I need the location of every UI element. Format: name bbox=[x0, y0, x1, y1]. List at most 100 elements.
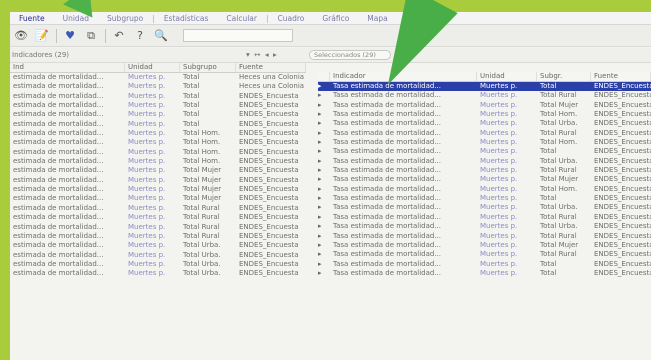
table-cell: Muertes p. bbox=[480, 268, 518, 277]
table-row[interactable]: ▸ Tasa estimada de mortalidad... Muertes p… bbox=[318, 194, 651, 203]
table-cell: Total Mujer bbox=[183, 166, 222, 175]
table-cell: ENDES_Encuesta N. bbox=[594, 268, 651, 277]
table-row[interactable]: estimada de mortalidad... Muertes p. Total… bbox=[10, 138, 306, 147]
menu-item-subgrupo[interactable]: Subgrupo bbox=[98, 14, 152, 23]
eye-icon[interactable]: 👁 bbox=[14, 29, 28, 43]
table-cell: Muertes p. bbox=[128, 185, 166, 194]
column-header[interactable]: Fuente bbox=[236, 63, 306, 72]
list-controls[interactable]: ▾ ↔ ◂ ▸ bbox=[246, 50, 278, 59]
table-cell: Muertes p. bbox=[480, 212, 518, 221]
table-row[interactable]: estimada de mortalidad... Muertes p. Total… bbox=[10, 82, 306, 91]
table-row[interactable]: ▸ Tasa estimada de mortalidad... Muertes p… bbox=[318, 260, 651, 269]
table-row[interactable]: ▸ Tasa estimada de mortalidad... Muertes p… bbox=[318, 147, 651, 156]
table-row[interactable]: estimada de mortalidad... Muertes p. Total… bbox=[10, 92, 306, 101]
table-row[interactable]: ▸ Tasa estimada de mortalidad... Muertes p… bbox=[318, 119, 651, 128]
table-row[interactable]: estimada de mortalidad... Muertes p. Total… bbox=[10, 110, 306, 119]
table-row[interactable]: estimada de mortalidad... Muertes p. Total… bbox=[10, 185, 306, 194]
table-cell: Tasa estimada de mortalidad... bbox=[333, 184, 442, 193]
table-row[interactable]: estimada de mortalidad... Muertes p. Total… bbox=[10, 73, 306, 82]
table-row[interactable]: estimada de mortalidad... Muertes p. Total… bbox=[10, 148, 306, 157]
table-row[interactable]: ▸ Tasa estimada de mortalidad... Muertes p… bbox=[318, 232, 651, 241]
table-cell: Muertes p. bbox=[480, 231, 518, 240]
table-cell: Tasa estimada de mortalidad... bbox=[333, 203, 442, 212]
table-cell: estimada de mortalidad... bbox=[13, 175, 104, 184]
column-header[interactable] bbox=[318, 72, 330, 81]
menu-item-cuadro[interactable]: Cuadro bbox=[269, 14, 314, 23]
menu-item-estad-sticas[interactable]: Estadísticas bbox=[155, 14, 218, 23]
table-row[interactable]: ▸ Tasa estimada de mortalidad... Muertes p… bbox=[318, 241, 651, 250]
table-row[interactable]: estimada de mortalidad... Muertes p. Total… bbox=[10, 232, 306, 241]
column-header[interactable]: Subgr. bbox=[537, 72, 591, 81]
table-row[interactable]: ▸ Tasa estimada de mortalidad... Muertes p… bbox=[318, 213, 651, 222]
table-row[interactable]: estimada de mortalidad... Muertes p. Total… bbox=[10, 260, 306, 269]
heart-icon[interactable]: ♥ bbox=[63, 29, 77, 43]
table-cell: Total Rural bbox=[183, 222, 220, 231]
table-row[interactable]: ▸ Tasa estimada de mortalidad... Muertes p… bbox=[318, 110, 651, 119]
table-cell: Tasa estimada de mortalidad... bbox=[333, 222, 442, 231]
table-row[interactable]: ▸ Tasa estimada de mortalidad... Muertes p… bbox=[318, 222, 651, 231]
menu-item-fuente[interactable]: Fuente bbox=[10, 14, 54, 23]
table-cell: ▸ bbox=[318, 138, 322, 147]
column-header[interactable]: Subgrupo bbox=[180, 63, 236, 72]
table-row[interactable]: estimada de mortalidad... Muertes p. Total… bbox=[10, 241, 306, 250]
table-row[interactable]: ▸ Tasa estimada de mortalidad... Muertes p… bbox=[318, 101, 651, 110]
table-row[interactable]: estimada de mortalidad... Muertes p. Total… bbox=[10, 120, 306, 129]
table-cell: estimada de mortalidad... bbox=[13, 185, 104, 194]
table-row[interactable]: estimada de mortalidad... Muertes p. Total… bbox=[10, 157, 306, 166]
help-icon[interactable]: ? bbox=[133, 29, 147, 43]
table-row[interactable]: ▸ Tasa estimada de mortalidad... Muertes p… bbox=[318, 175, 651, 184]
table-row[interactable]: estimada de mortalidad... Muertes p. Total… bbox=[10, 129, 306, 138]
table-cell: Tasa estimada de mortalidad... bbox=[333, 138, 442, 147]
table-row[interactable]: estimada de mortalidad... Muertes p. Total… bbox=[10, 166, 306, 175]
note-icon[interactable]: 📝 bbox=[35, 29, 49, 43]
table-row[interactable]: ▸ Tasa estimada de mortalidad... Muertes p… bbox=[318, 250, 651, 259]
magnify-icon[interactable]: 🔍 bbox=[154, 29, 168, 43]
table-cell: Total bbox=[540, 147, 557, 156]
menu-item-calcular[interactable]: Calcular bbox=[217, 14, 266, 23]
table-cell: estimada de mortalidad... bbox=[13, 166, 104, 175]
table-cell: ENDES_Encuesta N. bbox=[594, 156, 651, 165]
column-header[interactable]: Fuente bbox=[591, 72, 651, 81]
table-row[interactable]: ▸ Tasa estimada de mortalidad... Muertes p… bbox=[318, 82, 651, 92]
table-cell: Tasa estimada de mortalidad... bbox=[333, 212, 442, 221]
table-row[interactable]: ▸ Tasa estimada de mortalidad... Muertes p… bbox=[318, 129, 651, 138]
table-row[interactable]: estimada de mortalidad... Muertes p. Total… bbox=[10, 223, 306, 232]
table-cell: ENDES_Encuesta N. bbox=[594, 147, 651, 156]
table-cell: Tasa estimada de mortalidad... bbox=[333, 240, 442, 249]
table-row[interactable]: ▸ Tasa estimada de mortalidad... Muertes p… bbox=[318, 157, 651, 166]
table-row[interactable]: ▸ Tasa estimada de mortalidad... Muertes p… bbox=[318, 138, 651, 147]
table-row[interactable]: estimada de mortalidad... Muertes p. Total… bbox=[10, 251, 306, 260]
table-row[interactable]: estimada de mortalidad... Muertes p. Total… bbox=[10, 213, 306, 222]
table-row[interactable]: ▸ Tasa estimada de mortalidad... Muertes p… bbox=[318, 91, 651, 100]
table-cell: ▸ bbox=[318, 128, 322, 137]
table-cell: ENDES_Encuesta N. bbox=[594, 212, 651, 221]
table-row[interactable]: estimada de mortalidad... Muertes p. Total… bbox=[10, 101, 306, 110]
column-header[interactable]: Unidad bbox=[477, 72, 537, 81]
table-row[interactable]: ▸ Tasa estimada de mortalidad... Muertes p… bbox=[318, 185, 651, 194]
table-row[interactable]: estimada de mortalidad... Muertes p. Total… bbox=[10, 204, 306, 213]
table-cell: Total Hom. bbox=[183, 157, 221, 166]
table-cell: ENDES_Encuesta bbox=[239, 129, 299, 138]
table-row[interactable]: estimada de mortalidad... Muertes p. Total… bbox=[10, 269, 306, 278]
table-row[interactable]: ▸ Tasa estimada de mortalidad... Muertes p… bbox=[318, 166, 651, 175]
column-header[interactable]: Unidad bbox=[125, 63, 180, 72]
copy-icon[interactable]: ⧉ bbox=[84, 29, 98, 43]
table-cell: estimada de mortalidad... bbox=[13, 269, 104, 278]
table-cell: Tasa estimada de mortalidad... bbox=[333, 194, 442, 203]
table-cell: ▸ bbox=[318, 166, 322, 175]
menu-bar: Fuente Unidad Subgrupo | Estadísticas Calcula… bbox=[10, 12, 651, 25]
column-header[interactable]: Ind bbox=[10, 63, 125, 72]
available-indicators-table: Ind Unidad Subgrupo Fuente estimada de morta… bbox=[10, 63, 306, 360]
menu-item-gr-fico[interactable]: Gráfico bbox=[313, 14, 358, 23]
table-cell: estimada de mortalidad... bbox=[13, 101, 104, 110]
undo-icon[interactable]: ↶ bbox=[112, 29, 126, 43]
table-cell: Total Hom. bbox=[183, 129, 221, 138]
table-row[interactable]: ▸ Tasa estimada de mortalidad... Muertes p… bbox=[318, 203, 651, 212]
table-cell: ENDES_Encuesta bbox=[239, 101, 299, 110]
table-row[interactable]: estimada de mortalidad... Muertes p. Total… bbox=[10, 176, 306, 185]
table-row[interactable]: ▸ Tasa estimada de mortalidad... Muertes p… bbox=[318, 269, 651, 278]
table-cell: ENDES_Encuesta N. bbox=[594, 231, 651, 240]
table-cell: Total bbox=[183, 119, 200, 128]
table-row[interactable]: estimada de mortalidad... Muertes p. Total… bbox=[10, 194, 306, 203]
search-input[interactable] bbox=[183, 29, 293, 42]
